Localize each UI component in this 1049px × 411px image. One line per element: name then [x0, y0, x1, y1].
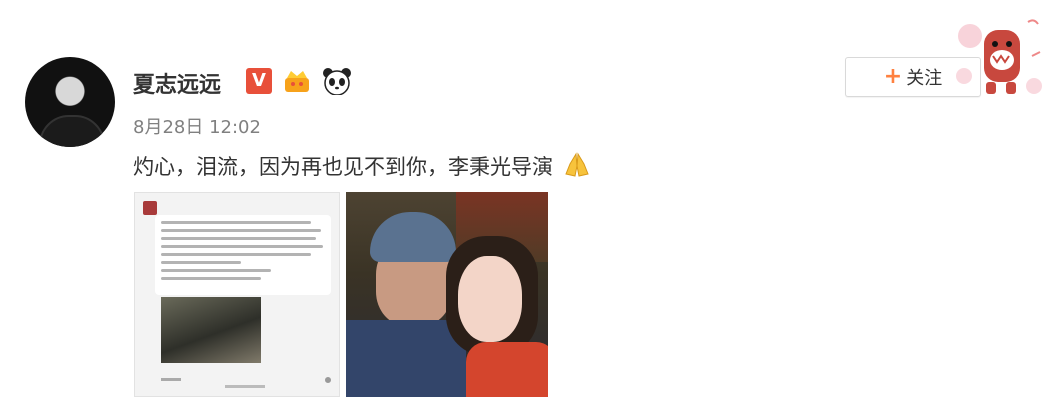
post-text: 灼心，泪流，因为再也见不到你，李秉光导演: [133, 151, 592, 181]
avatar-figure: [39, 115, 105, 147]
vip-verified-icon[interactable]: V: [246, 68, 272, 94]
user-avatar[interactable]: [25, 57, 115, 147]
chat-bubble: [155, 215, 331, 295]
selfie-person-right: [458, 256, 522, 342]
crown-badge-icon[interactable]: [282, 68, 312, 94]
selfie-cap: [370, 212, 456, 262]
selfie-robe: [466, 342, 548, 397]
chat-photo: [161, 297, 261, 363]
user-badges: V: [246, 67, 352, 95]
chat-indicator: [325, 377, 331, 383]
plus-icon: +: [883, 64, 903, 89]
follow-button-label: 关注: [906, 68, 943, 89]
selfie-jacket: [346, 320, 466, 397]
pray-icon: [565, 152, 589, 177]
chat-time: [161, 378, 181, 381]
post-timestamp[interactable]: 8月28日 12:02: [133, 113, 261, 139]
chat-avatar: [143, 201, 157, 215]
domo-sticker-icon: [956, 19, 1042, 94]
panda-badge-icon[interactable]: [322, 67, 352, 95]
post-image-selfie[interactable]: [346, 192, 548, 397]
username[interactable]: 夏志远远: [133, 67, 221, 99]
post-text-content: 灼心，泪流，因为再也见不到你，李秉光导演: [133, 155, 553, 179]
chat-caption: [225, 385, 265, 388]
post-image-chat-screenshot[interactable]: [134, 192, 340, 397]
